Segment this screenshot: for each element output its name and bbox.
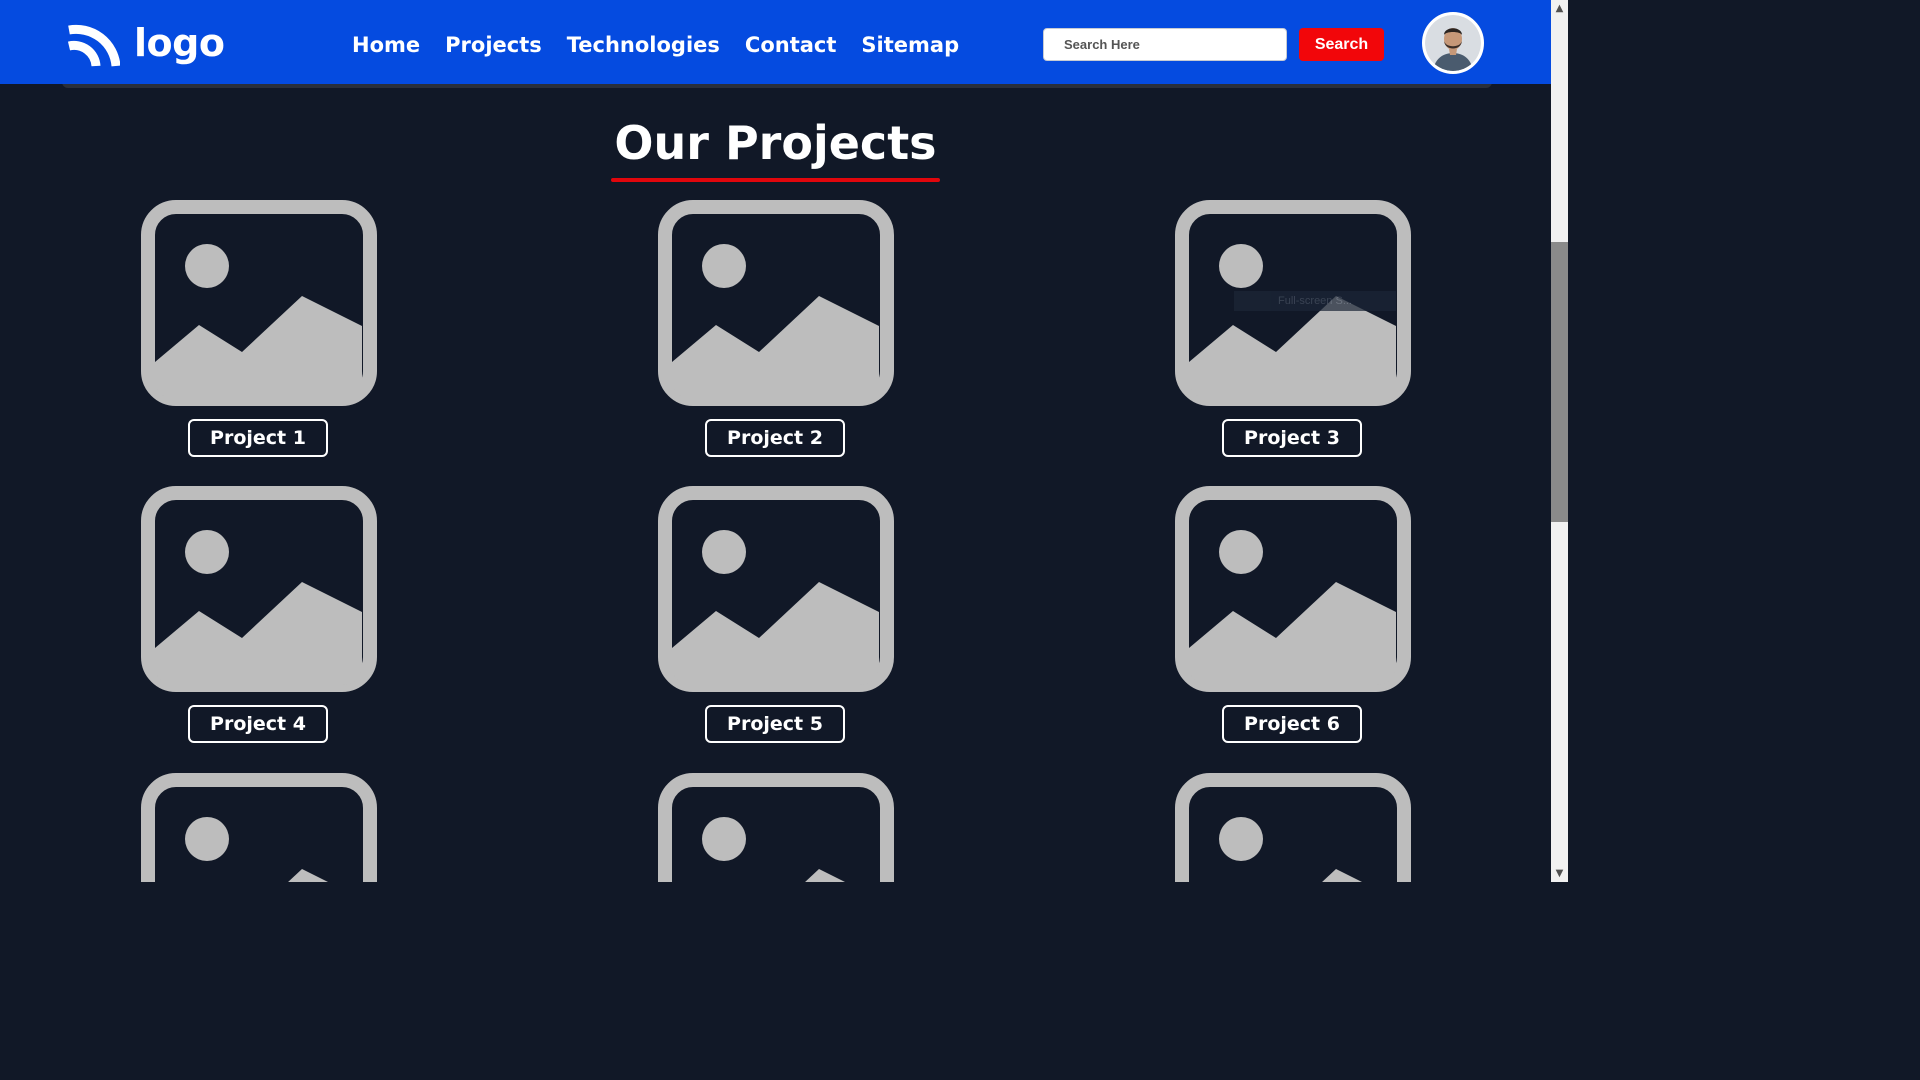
user-avatar[interactable] <box>1422 12 1484 74</box>
nav-projects[interactable]: Projects <box>445 30 542 60</box>
project-button[interactable]: Project 3 <box>1222 419 1362 457</box>
project-card: Project 1 <box>141 200 377 457</box>
project-card: Project 4 <box>141 486 377 743</box>
user-avatar-icon <box>1425 15 1481 71</box>
project-button[interactable]: Project 1 <box>188 419 328 457</box>
page: logo Home Projects Technologies Contact … <box>0 0 1568 882</box>
nav-home[interactable]: Home <box>352 30 420 60</box>
image-placeholder-icon <box>658 486 894 692</box>
project-button[interactable]: Project 2 <box>705 419 845 457</box>
project-card <box>141 773 377 882</box>
scrollbar[interactable]: ▲ ▼ <box>1551 0 1568 882</box>
search-button[interactable]: Search <box>1299 28 1384 61</box>
main-nav: Home Projects Technologies Contact Sitem… <box>352 30 959 60</box>
project-card <box>1175 773 1411 882</box>
image-placeholder-icon <box>1175 486 1411 692</box>
scroll-thumb[interactable] <box>1551 242 1568 522</box>
title-underline <box>611 178 940 182</box>
top-navbar: logo Home Projects Technologies Contact … <box>0 0 1551 84</box>
nav-sitemap[interactable]: Sitemap <box>861 30 959 60</box>
image-placeholder-icon <box>141 200 377 406</box>
image-placeholder-icon <box>141 486 377 692</box>
section-title: Our Projects <box>614 116 937 170</box>
logo[interactable]: logo <box>66 16 225 70</box>
project-card: Project 5 <box>658 486 894 743</box>
project-card: Project 6 <box>1175 486 1411 743</box>
logo-text: logo <box>134 21 225 65</box>
project-button[interactable]: Project 6 <box>1222 705 1362 743</box>
scroll-down-arrow-icon[interactable]: ▼ <box>1551 865 1568 882</box>
nav-contact[interactable]: Contact <box>745 30 837 60</box>
rss-logo-icon <box>67 24 120 67</box>
project-button[interactable]: Project 4 <box>188 705 328 743</box>
image-placeholder-icon <box>1175 773 1411 882</box>
fullscreen-tooltip: Full-screen S... <box>1234 291 1396 311</box>
image-placeholder-icon <box>141 773 377 882</box>
image-placeholder-icon <box>658 200 894 406</box>
scroll-up-arrow-icon[interactable]: ▲ <box>1551 0 1568 17</box>
project-button[interactable]: Project 5 <box>705 705 845 743</box>
project-card: Project 2 <box>658 200 894 457</box>
search-input[interactable] <box>1043 28 1287 61</box>
image-placeholder-icon <box>658 773 894 882</box>
project-card <box>658 773 894 882</box>
nav-technologies[interactable]: Technologies <box>567 30 720 60</box>
